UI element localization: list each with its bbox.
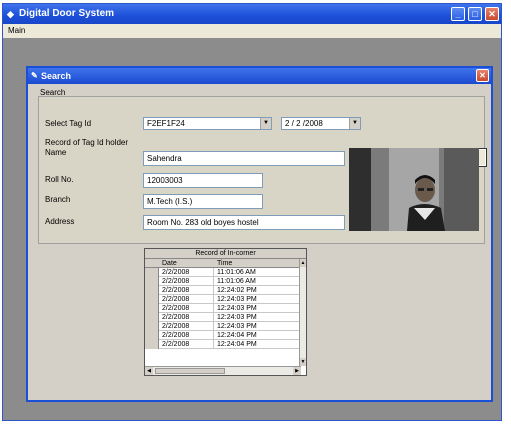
row-header[interactable] [145,286,159,295]
row-header[interactable] [145,295,159,304]
row-header[interactable] [145,322,159,331]
table-row[interactable]: 2/2/2008 11:01:06 AM [145,268,301,277]
window-title: Digital Door System [19,8,115,19]
scroll-left-icon[interactable]: ◀ [145,367,153,375]
row-header[interactable] [145,277,159,286]
table-row[interactable]: 2/2/2008 12:24:03 PM [145,295,301,304]
minimize-button[interactable]: _ [451,7,465,21]
date-cell: 2/2/2008 [162,286,214,295]
address-label: Address [45,217,75,226]
table-row[interactable]: 2/2/2008 12:24:03 PM [145,304,301,313]
menu-bar: Main [3,24,501,38]
row-header[interactable] [145,304,159,313]
date-cell: 2/2/2008 [162,295,214,304]
time-cell: 12:24:03 PM [217,314,257,321]
in-corner-grid[interactable]: Record of In-corner Date Time 2/2/2008 11… [144,248,307,376]
date-cell: 2/2/2008 [162,331,214,340]
row-header[interactable] [145,331,159,340]
rollno-field[interactable]: 12003003 [143,173,263,188]
tag-id-select[interactable]: F2EF1F24 ▼ [143,117,272,130]
time-cell: 12:24:04 PM [217,341,257,348]
time-cell: 12:24:03 PM [217,323,257,330]
select-tag-label: Select Tag Id [45,119,92,128]
table-row[interactable]: 2/2/2008 12:24:04 PM [145,340,301,349]
table-row[interactable]: 2/2/2008 12:24:02 PM [145,286,301,295]
table-row[interactable]: 2/2/2008 12:24:03 PM [145,322,301,331]
time-cell: 12:24:03 PM [217,305,257,312]
search-window-icon: ✎ [31,71,38,80]
main-window: ◆ Digital Door System _ □ ✕ Main ✎ Searc… [2,3,502,421]
date-cell: 2/2/2008 [162,322,214,331]
date-cell: 2/2/2008 [162,268,214,277]
title-bar[interactable]: ◆ Digital Door System _ □ ✕ [3,4,501,24]
app-icon: ◆ [7,9,14,19]
person-photo-icon [349,148,479,231]
time-cell: 11:01:06 AM [217,278,256,285]
time-cell: 12:24:04 PM [217,332,257,339]
grid-caption: Record of In-corner [145,249,306,259]
name-field[interactable]: Sahendra [143,151,345,166]
menu-item-main[interactable]: Main [8,26,25,35]
grid-header: Date Time [145,259,301,268]
record-label: Record of Tag Id holder [45,138,129,147]
time-cell: 12:24:02 PM [217,287,257,294]
scroll-down-icon[interactable]: ▼ [300,358,306,366]
scroll-up-icon[interactable]: ▲ [300,259,306,267]
tag-id-value: F2EF1F24 [147,119,185,128]
grid-body: 2/2/2008 11:01:06 AM 2/2/2008 11:01:06 AM … [145,268,301,349]
name-label: Name [45,148,67,157]
maximize-button[interactable]: □ [468,7,482,21]
date-cell: 2/2/2008 [162,313,214,322]
row-header[interactable] [145,268,159,277]
time-cell: 12:24:03 PM [217,296,257,303]
vertical-scrollbar[interactable]: ▲ ▼ [299,259,306,366]
branch-label: Branch [45,195,71,204]
time-cell: 11:01:06 AM [217,269,256,276]
holder-photo [349,148,479,231]
scroll-right-icon[interactable]: ▶ [293,367,301,375]
chevron-down-icon[interactable]: ▼ [349,118,360,129]
chevron-down-icon[interactable]: ▼ [260,118,271,129]
table-row[interactable]: 2/2/2008 12:24:04 PM [145,331,301,340]
rollno-label: Roll No. [45,175,74,184]
date-cell: 2/2/2008 [162,304,214,313]
search-title: Search [41,71,72,81]
search-groupbox: Select Tag Id F2EF1F24 ▼ 2 / 2 /2008 ▼ O… [38,96,487,244]
branch-field[interactable]: M.Tech (I.S.) [143,194,263,209]
search-title-bar[interactable]: ✎ Search ✕ [28,68,491,84]
date-cell: 2/2/2008 [162,277,214,286]
column-header-date[interactable]: Date [162,259,177,268]
date-cell: 2/2/2008 [162,340,214,349]
column-header-time[interactable]: Time [217,259,232,268]
search-close-button[interactable]: ✕ [476,69,489,82]
date-picker[interactable]: 2 / 2 /2008 ▼ [281,117,361,130]
horizontal-scrollbar[interactable]: ◀ ▶ [145,366,301,375]
scroll-thumb[interactable] [155,368,225,374]
table-row[interactable]: 2/2/2008 12:24:03 PM [145,313,301,322]
search-dialog: ✎ Search ✕ Search Select Tag Id F2EF1F24… [26,66,493,402]
row-header[interactable] [145,340,159,349]
date-value: 2 / 2 /2008 [285,119,323,128]
close-button[interactable]: ✕ [485,7,499,21]
address-field[interactable]: Room No. 283 old boyes hostel [143,215,345,230]
row-header[interactable] [145,313,159,322]
table-row[interactable]: 2/2/2008 11:01:06 AM [145,277,301,286]
